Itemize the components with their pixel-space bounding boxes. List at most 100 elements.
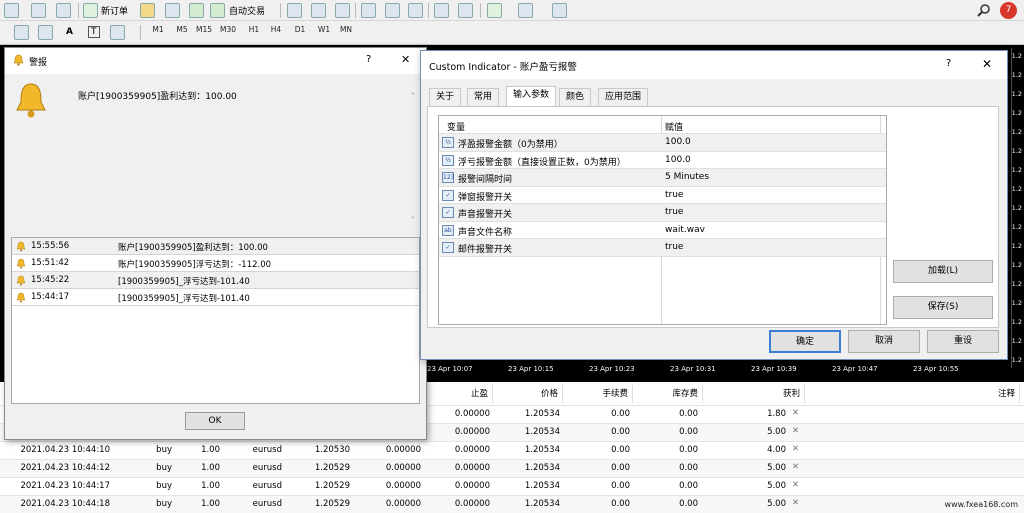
- chart-shift-icon[interactable]: [458, 3, 473, 18]
- zoom-in-icon[interactable]: [361, 3, 376, 18]
- text-label-tool[interactable]: T: [88, 26, 100, 38]
- list-item[interactable]: 15:45:22 [1900359905]_浮亏达到-101.40: [12, 272, 419, 289]
- param-value[interactable]: wait.wav: [665, 225, 705, 235]
- new-order-button[interactable]: 新订单: [101, 4, 128, 17]
- column-header[interactable]: 价格: [493, 385, 563, 403]
- trendline-icon[interactable]: [14, 25, 29, 40]
- timeframe-w1[interactable]: W1: [314, 25, 334, 34]
- bell-icon: [16, 258, 26, 269]
- column-header[interactable]: 获利: [703, 385, 805, 403]
- save-button[interactable]: 保存(S): [893, 296, 993, 319]
- new-order-icon[interactable]: [83, 3, 98, 18]
- param-row[interactable]: ½ 浮盈报警金额（0为禁用） 100.0: [439, 134, 886, 152]
- bell-icon: [16, 275, 26, 286]
- help-button[interactable]: ?: [366, 54, 371, 65]
- ok-button[interactable]: OK: [185, 412, 245, 430]
- auto-trading-icon[interactable]: [210, 3, 225, 18]
- column-header[interactable]: 库存费: [633, 385, 703, 403]
- price-label: 1.2: [1011, 356, 1022, 364]
- param-row[interactable]: ✓ 声音报警开关 true: [439, 204, 886, 222]
- table-row[interactable]: 2021.04.23 10:44:18 buy 1.00 eurusd 1.20529 0…: [0, 495, 1024, 513]
- search-icon[interactable]: [977, 3, 991, 17]
- line-chart-icon[interactable]: [335, 3, 350, 18]
- price-label: 1.2: [1011, 337, 1022, 345]
- alert-history-list[interactable]: 15:55:56 账户[1900359905]盈利达到：100.00 15:51:4…: [11, 237, 420, 404]
- timeframe-d1[interactable]: D1: [290, 25, 310, 34]
- param-row[interactable]: ab 声音文件名称 wait.wav: [439, 221, 886, 239]
- zoom-out-icon[interactable]: [385, 3, 400, 18]
- timeframe-m30[interactable]: M30: [218, 25, 238, 34]
- reset-button[interactable]: 重设: [927, 330, 999, 353]
- tab-1[interactable]: 常用: [467, 88, 500, 106]
- param-row[interactable]: ½ 浮亏报警金额（直接设置正数，0为禁用） 100.0: [439, 151, 886, 169]
- param-type-icon: ✓: [442, 242, 454, 253]
- close-order-icon[interactable]: ✕: [792, 444, 799, 454]
- close-button[interactable]: ✕: [982, 57, 992, 71]
- column-header[interactable]: 止盈: [428, 385, 493, 403]
- tab-0[interactable]: 关于: [429, 88, 462, 106]
- close-order-icon[interactable]: ✕: [792, 426, 799, 436]
- list-item[interactable]: 15:44:17 [1900359905]_浮亏达到-101.40: [12, 289, 419, 306]
- candlestick-icon[interactable]: [311, 3, 326, 18]
- price-label: 1.2: [1011, 261, 1022, 269]
- column-header[interactable]: 手续费: [563, 385, 633, 403]
- load-button[interactable]: 加载(L): [893, 260, 993, 283]
- tab-2[interactable]: 输入参数: [506, 86, 557, 107]
- indicators-icon[interactable]: [487, 3, 502, 18]
- help-button[interactable]: ?: [946, 58, 951, 69]
- param-row[interactable]: ✓ 弹窗报警开关 true: [439, 186, 886, 204]
- param-value[interactable]: true: [665, 207, 683, 217]
- tile-windows-icon[interactable]: [408, 3, 423, 18]
- close-order-icon[interactable]: ✕: [792, 462, 799, 472]
- cell-profit: 4.00: [767, 445, 786, 455]
- param-row[interactable]: 123 报警间隔时间 5 Minutes: [439, 169, 886, 187]
- tab-4[interactable]: 应用范围: [598, 88, 649, 106]
- autoscroll-icon[interactable]: [434, 3, 449, 18]
- timeframe-m15[interactable]: M15: [194, 25, 214, 34]
- fibonacci-icon[interactable]: [38, 25, 53, 40]
- list-item[interactable]: 15:51:42 账户[1900359905]浮亏达到：-112.00: [12, 255, 419, 272]
- table-row[interactable]: 2021.04.23 10:44:17 buy 1.00 eurusd 1.20529 0…: [0, 477, 1024, 495]
- periods-icon[interactable]: [518, 3, 533, 18]
- timeframe-h1[interactable]: H1: [244, 25, 264, 34]
- new-chart-icon[interactable]: [4, 3, 19, 18]
- templates-icon[interactable]: [552, 3, 567, 18]
- cancel-button[interactable]: 取消: [848, 330, 920, 353]
- param-row[interactable]: ✓ 邮件报警开关 true: [439, 239, 886, 257]
- param-value[interactable]: 100.0: [665, 155, 691, 165]
- navigator-icon[interactable]: [165, 3, 180, 18]
- timeframe-mn[interactable]: MN: [336, 25, 356, 34]
- tab-3[interactable]: 颜色: [559, 88, 592, 106]
- close-order-icon[interactable]: ✕: [792, 498, 799, 508]
- timeframe-m5[interactable]: M5: [172, 25, 192, 34]
- cell-sl: 0.00000: [385, 463, 421, 473]
- close-order-icon[interactable]: ✕: [792, 408, 799, 418]
- confirm-button[interactable]: 确定: [769, 330, 841, 353]
- table-row[interactable]: 2021.04.23 10:44:10 buy 1.00 eurusd 1.20530 0…: [0, 441, 1024, 459]
- close-order-icon[interactable]: ✕: [792, 480, 799, 490]
- signals-icon[interactable]: [189, 3, 204, 18]
- bell-icon: [16, 292, 26, 303]
- chart-window-icon[interactable]: [56, 3, 71, 18]
- param-value[interactable]: 100.0: [665, 137, 691, 147]
- arrows-icon[interactable]: [110, 25, 125, 40]
- column-header[interactable]: 注释: [805, 385, 1020, 403]
- timeframe-m1[interactable]: M1: [148, 25, 168, 34]
- param-value[interactable]: true: [665, 242, 683, 252]
- close-button[interactable]: ✕: [401, 53, 410, 66]
- list-item[interactable]: 15:55:56 账户[1900359905]盈利达到：100.00: [12, 238, 419, 255]
- market-watch-icon[interactable]: [140, 3, 155, 18]
- profiles-icon[interactable]: [31, 3, 46, 18]
- param-value[interactable]: 5 Minutes: [665, 172, 709, 182]
- table-row[interactable]: 2021.04.23 10:44:12 buy 1.00 eurusd 1.20529 0…: [0, 459, 1024, 477]
- param-value[interactable]: true: [665, 190, 683, 200]
- date-tick: 23 Apr 10:47: [832, 365, 878, 373]
- bar-chart-icon[interactable]: [287, 3, 302, 18]
- timeframe-h4[interactable]: H4: [266, 25, 286, 34]
- notification-badge[interactable]: 7: [1000, 2, 1017, 19]
- cell-price: 1.20529: [314, 499, 350, 509]
- date-tick: 23 Apr 10:15: [508, 365, 554, 373]
- separator: [78, 3, 79, 18]
- auto-trading-button[interactable]: 自动交易: [229, 4, 265, 17]
- text-tool[interactable]: A: [66, 27, 73, 37]
